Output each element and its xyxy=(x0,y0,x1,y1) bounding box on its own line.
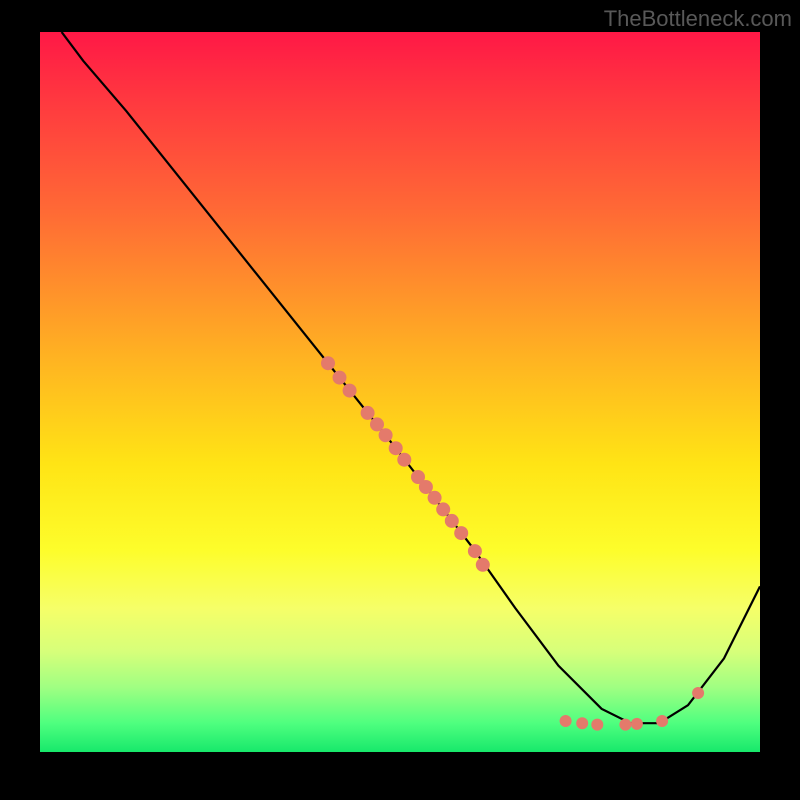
data-marker xyxy=(389,441,403,455)
data-marker xyxy=(560,715,572,727)
data-marker xyxy=(379,428,393,442)
data-marker xyxy=(591,719,603,731)
data-marker xyxy=(321,356,335,370)
data-marker xyxy=(397,453,411,467)
data-marker xyxy=(656,715,668,727)
data-marker xyxy=(428,491,442,505)
data-marker xyxy=(436,502,450,516)
data-marker xyxy=(631,718,643,730)
marker-group xyxy=(321,356,704,730)
data-marker xyxy=(476,558,490,572)
data-marker xyxy=(619,719,631,731)
curve-line xyxy=(62,32,760,723)
data-marker xyxy=(445,514,459,528)
data-marker xyxy=(361,406,375,420)
data-marker xyxy=(419,480,433,494)
chart-frame: TheBottleneck.com xyxy=(0,0,800,800)
data-marker xyxy=(468,544,482,558)
data-marker xyxy=(343,384,357,398)
watermark-text: TheBottleneck.com xyxy=(604,6,792,32)
data-marker xyxy=(333,371,347,385)
data-marker xyxy=(576,717,588,729)
data-marker xyxy=(454,526,468,540)
data-marker xyxy=(692,687,704,699)
curve-svg xyxy=(40,32,760,752)
plot-area xyxy=(40,32,760,752)
